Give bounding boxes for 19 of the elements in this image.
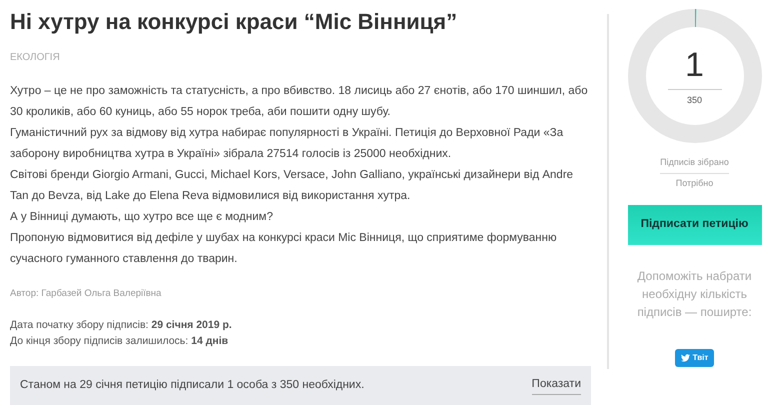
body-paragraph: Світові бренди Giorgio Armani, Gucci, Michael Kors, Versace, John Galliano, українські дизайнери від Andre Tan до Bevza, від Lake до Elena Reva відмовилися від використання хутра.: [10, 168, 574, 204]
date-info: Дата початку збору підписів: 29 січня 2019 р.: [10, 318, 233, 334]
body-paragraph: Гуманістичний рух за відмову від хутра набирає популярності в Україні. Петиція до Верховної Ради «За заборону виробництва хутра в Україні» зібрала 27514 голосів із 25000 необхідних.: [10, 126, 564, 162]
petition-title: Ні хутру на конкурсі краси “Міс Вінниця”: [10, 8, 458, 36]
status-text: Станом на 29 січня петицію підписали 1 особа з 350 необхідних.: [20, 378, 364, 393]
share-prompt: Допоможіть набрати необхідну кількість підписів — поширте:: [636, 268, 753, 321]
body-paragraph: Хутро – це не про заможність та статусність, а про вбивство. 18 лисиць або 27 єнотів, або 170 шиншил, або 30 кроликів, або 60 куниць, або 55 норок треба, аби пошити одну шубу.: [10, 84, 589, 120]
needed-count: 350: [686, 94, 702, 107]
bird-icon: [680, 354, 690, 362]
sign-petition-button[interactable]: Підписати петицію: [628, 205, 762, 245]
collected-label: Підписів зібрано: [660, 156, 729, 174]
body-paragraph: Пропоную відмовитися від дефіле у шубах на конкурсі краси Міс Вінниця, що сприятиме формуванню сучасного гуманного ставлення до тварин.: [10, 231, 558, 267]
needed-label: Потрібно: [676, 176, 714, 190]
show-link[interactable]: Показати: [532, 376, 581, 396]
category-label: ЕКОЛОГІЯ: [10, 51, 61, 65]
author-label: Автор: Гарбазей Ольга Валеріївна: [10, 287, 162, 301]
collected-count: 1: [685, 44, 704, 85]
date-info: До кінця збору підписів залишилось: 14 днів: [10, 334, 230, 350]
body-paragraph: А у Вінниці думають, що хутро все ще є модним?: [10, 210, 274, 225]
